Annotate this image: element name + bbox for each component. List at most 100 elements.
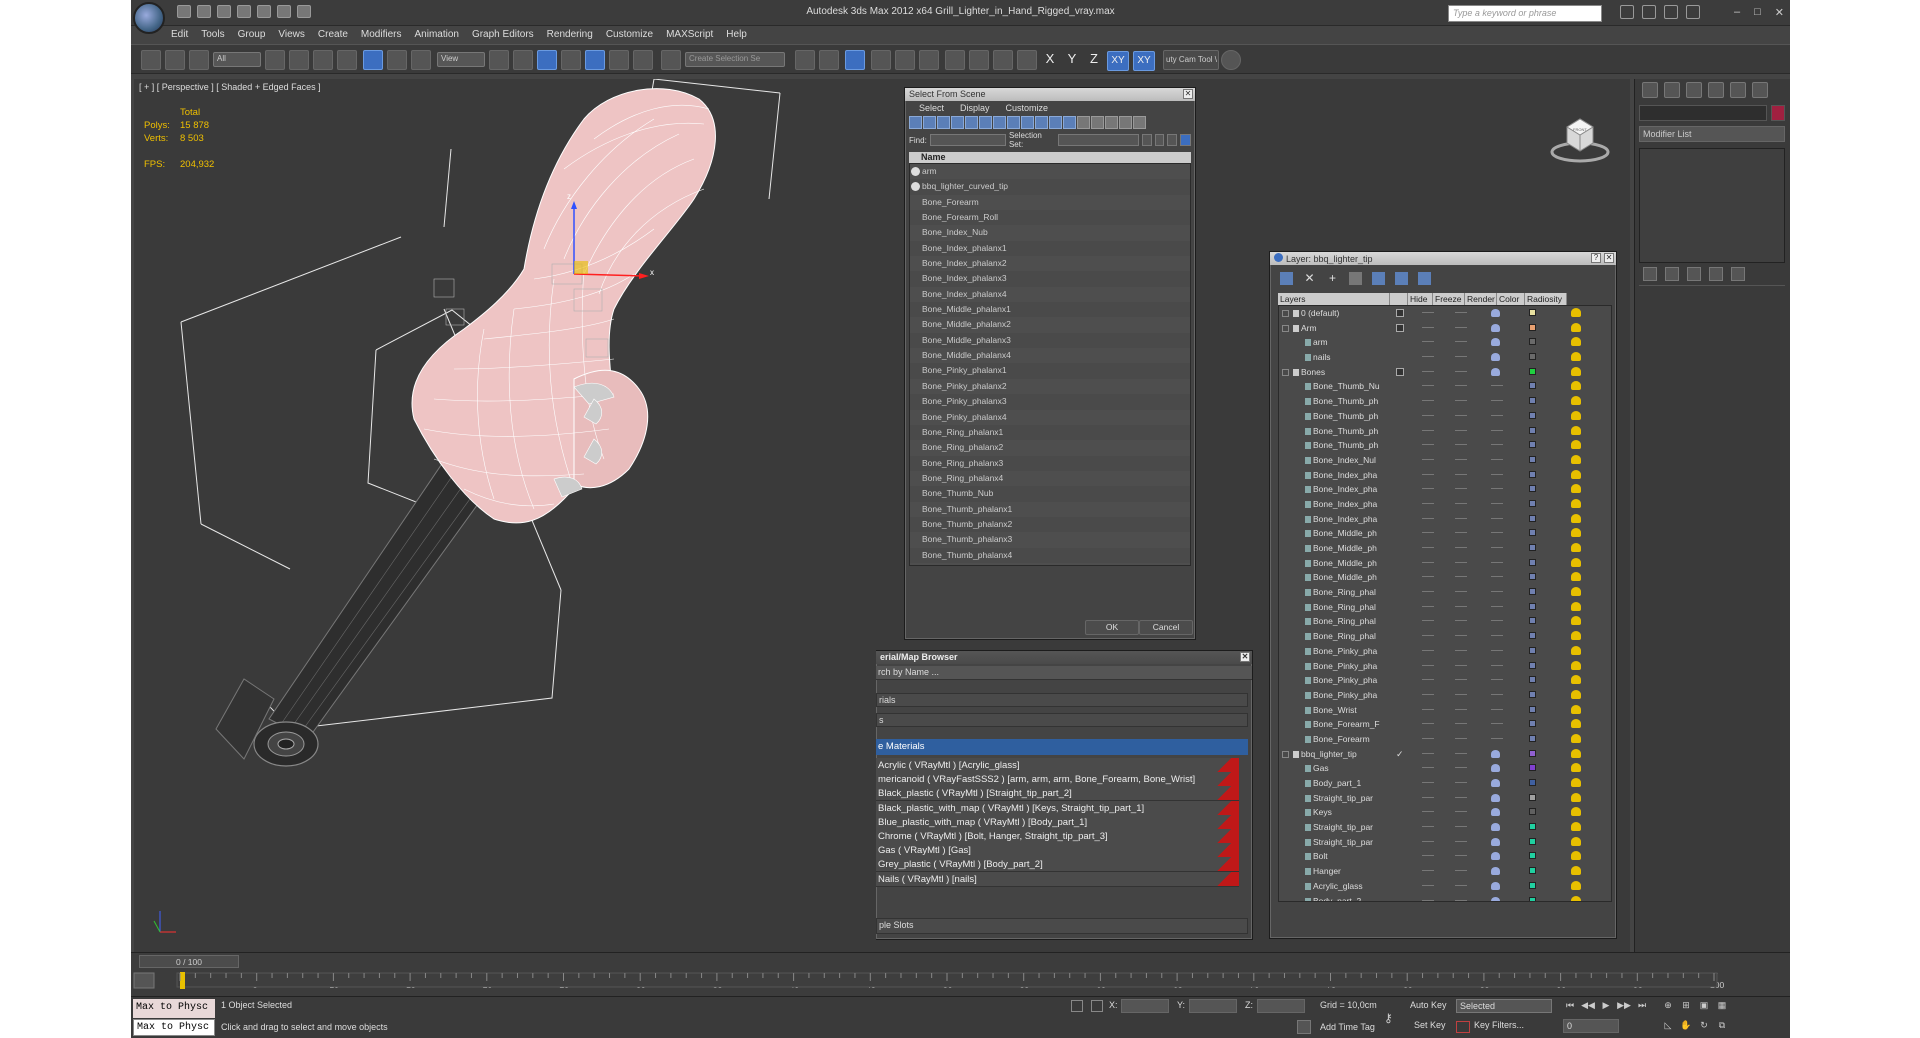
render-teapot-icon[interactable] <box>1491 532 1503 534</box>
z-coord-field[interactable] <box>1257 999 1305 1013</box>
freeze-toggle[interactable] <box>1455 370 1467 372</box>
render-teapot-icon[interactable] <box>1491 605 1503 607</box>
layer-object-row[interactable]: Bone_Thumb_ph <box>1279 409 1611 424</box>
maps-rollout[interactable]: s <box>876 713 1248 727</box>
layer-color-swatch[interactable] <box>1529 793 1536 801</box>
layer-color-swatch[interactable] <box>1529 779 1536 786</box>
menu-select[interactable]: Select <box>919 103 944 113</box>
restrict-x-button[interactable]: X <box>1041 51 1059 71</box>
display-hidden-icon[interactable] <box>1063 116 1076 129</box>
radiosity-teapot-icon[interactable] <box>1571 484 1581 494</box>
zoom-icon[interactable]: ⊕ <box>1661 1000 1675 1012</box>
radiosity-teapot-icon[interactable] <box>1571 601 1581 611</box>
radiosity-teapot-icon[interactable] <box>1571 352 1581 362</box>
freeze-toggle[interactable] <box>1455 605 1467 607</box>
materials-rollout[interactable]: rials <box>876 693 1248 707</box>
hide-toggle[interactable] <box>1422 517 1434 519</box>
orbit-icon[interactable]: ↻ <box>1697 1020 1711 1032</box>
scene-object-item[interactable]: Bone_Middle_phalanx3 <box>910 333 1190 348</box>
radiosity-teapot-icon[interactable] <box>1571 396 1581 406</box>
col-render[interactable]: Render <box>1465 293 1497 305</box>
layer-color-swatch[interactable] <box>1529 441 1536 449</box>
layer-object-row[interactable]: Keys <box>1279 805 1611 820</box>
col-hide[interactable]: Hide <box>1408 293 1433 305</box>
sel-set-icon-3[interactable] <box>1167 134 1177 146</box>
modifier-list-dropdown[interactable]: Modifier List <box>1639 126 1785 142</box>
render-teapot-icon[interactable] <box>1491 517 1503 519</box>
radiosity-teapot-icon[interactable] <box>1571 337 1581 347</box>
render-teapot-icon[interactable] <box>1491 837 1500 846</box>
radiosity-teapot-icon[interactable] <box>1571 631 1581 641</box>
radiosity-teapot-icon[interactable] <box>1571 733 1581 743</box>
link-icon[interactable] <box>141 50 161 70</box>
help-icon[interactable]: ? <box>1591 253 1601 263</box>
keyboard-shortcut-override-icon[interactable] <box>537 50 557 70</box>
layer-color-swatch[interactable] <box>1529 588 1536 596</box>
freeze-toggle[interactable] <box>1455 649 1467 651</box>
render-teapot-icon[interactable] <box>1491 649 1503 651</box>
freeze-toggle[interactable] <box>1455 664 1467 666</box>
hide-toggle[interactable] <box>1422 796 1434 798</box>
scene-object-item[interactable]: Bone_Index_phalanx1 <box>910 241 1190 256</box>
radiosity-teapot-icon[interactable] <box>1571 616 1581 626</box>
radiosity-teapot-icon[interactable] <box>1571 895 1581 901</box>
hide-toggle[interactable] <box>1422 767 1434 769</box>
object-name-field[interactable] <box>1639 105 1767 121</box>
hide-toggle[interactable] <box>1422 737 1434 739</box>
menu-modifiers[interactable]: Modifiers <box>361 29 402 40</box>
layer-object-row[interactable]: Bone_Index_Nul <box>1279 453 1611 468</box>
render-teapot-icon[interactable] <box>1491 414 1503 416</box>
freeze-toggle[interactable] <box>1455 679 1467 681</box>
select-object-icon[interactable] <box>265 50 285 70</box>
close-icon[interactable]: ✕ <box>1775 6 1784 19</box>
render-teapot-icon[interactable] <box>1491 367 1500 376</box>
find-input[interactable] <box>929 134 1006 146</box>
layer-object-row[interactable]: Bolt <box>1279 849 1611 864</box>
freeze-toggle[interactable] <box>1455 473 1467 475</box>
sync-selection-icon[interactable] <box>1119 116 1132 129</box>
render-setup-icon[interactable] <box>969 50 989 70</box>
bind-space-warp-icon[interactable] <box>189 50 209 70</box>
sample-slots-rollout[interactable]: ple Slots <box>876 918 1248 934</box>
layer-object-row[interactable]: Body_part_1 <box>1279 776 1611 791</box>
absolute-mode-icon[interactable] <box>1091 1000 1103 1012</box>
current-layer-checkbox[interactable] <box>1396 367 1404 376</box>
schematic-view-icon[interactable] <box>919 50 939 70</box>
select-none-icon[interactable] <box>1091 116 1104 129</box>
radiosity-teapot-icon[interactable] <box>1571 513 1581 523</box>
expand-toggle-icon[interactable] <box>1282 324 1289 332</box>
radiosity-teapot-icon[interactable] <box>1571 528 1581 538</box>
scene-object-item[interactable]: arm <box>910 164 1190 180</box>
column-name-header[interactable]: Name <box>909 152 1191 163</box>
set-keys-icon[interactable] <box>1456 1021 1470 1033</box>
freeze-toggle[interactable] <box>1455 458 1467 460</box>
render-teapot-icon[interactable] <box>1491 444 1503 446</box>
layer-object-row[interactable]: Bone_Forearm_F <box>1279 717 1611 732</box>
layer-color-swatch[interactable] <box>1529 823 1536 831</box>
radiosity-teapot-icon[interactable] <box>1571 792 1581 802</box>
render-teapot-icon[interactable] <box>1491 679 1503 681</box>
menu-group[interactable]: Group <box>238 29 266 40</box>
render-teapot-icon[interactable] <box>1491 547 1503 548</box>
selection-set-dropdown[interactable] <box>1057 134 1140 146</box>
radiosity-teapot-icon[interactable] <box>1571 440 1581 450</box>
radiosity-teapot-icon[interactable] <box>1571 778 1581 787</box>
hide-toggle[interactable] <box>1422 708 1434 710</box>
graphite-ribbon-icon[interactable] <box>871 50 891 70</box>
display-spacewarps-icon[interactable] <box>979 116 992 129</box>
key-icon[interactable]: ⚷ <box>1384 1011 1393 1025</box>
subscription-icon[interactable] <box>1642 5 1656 19</box>
y-coord-field[interactable] <box>1189 999 1237 1013</box>
layer-color-swatch[interactable] <box>1529 646 1536 654</box>
layer-object-row[interactable]: Bone_Pinky_pha <box>1279 644 1611 659</box>
display-lights-icon[interactable] <box>937 116 950 129</box>
freeze-toggle[interactable] <box>1455 591 1467 593</box>
goto-end-icon[interactable]: ⏭ <box>1635 1000 1649 1012</box>
spinner-snap-icon[interactable] <box>633 50 653 70</box>
freeze-toggle[interactable] <box>1455 429 1467 431</box>
menu-views[interactable]: Views <box>278 29 305 40</box>
layer-color-swatch[interactable] <box>1529 309 1536 316</box>
render-teapot-icon[interactable] <box>1491 561 1503 563</box>
layer-object-row[interactable]: Bone_Middle_ph <box>1279 526 1611 541</box>
selection-filter-dropdown[interactable]: All <box>213 52 261 67</box>
